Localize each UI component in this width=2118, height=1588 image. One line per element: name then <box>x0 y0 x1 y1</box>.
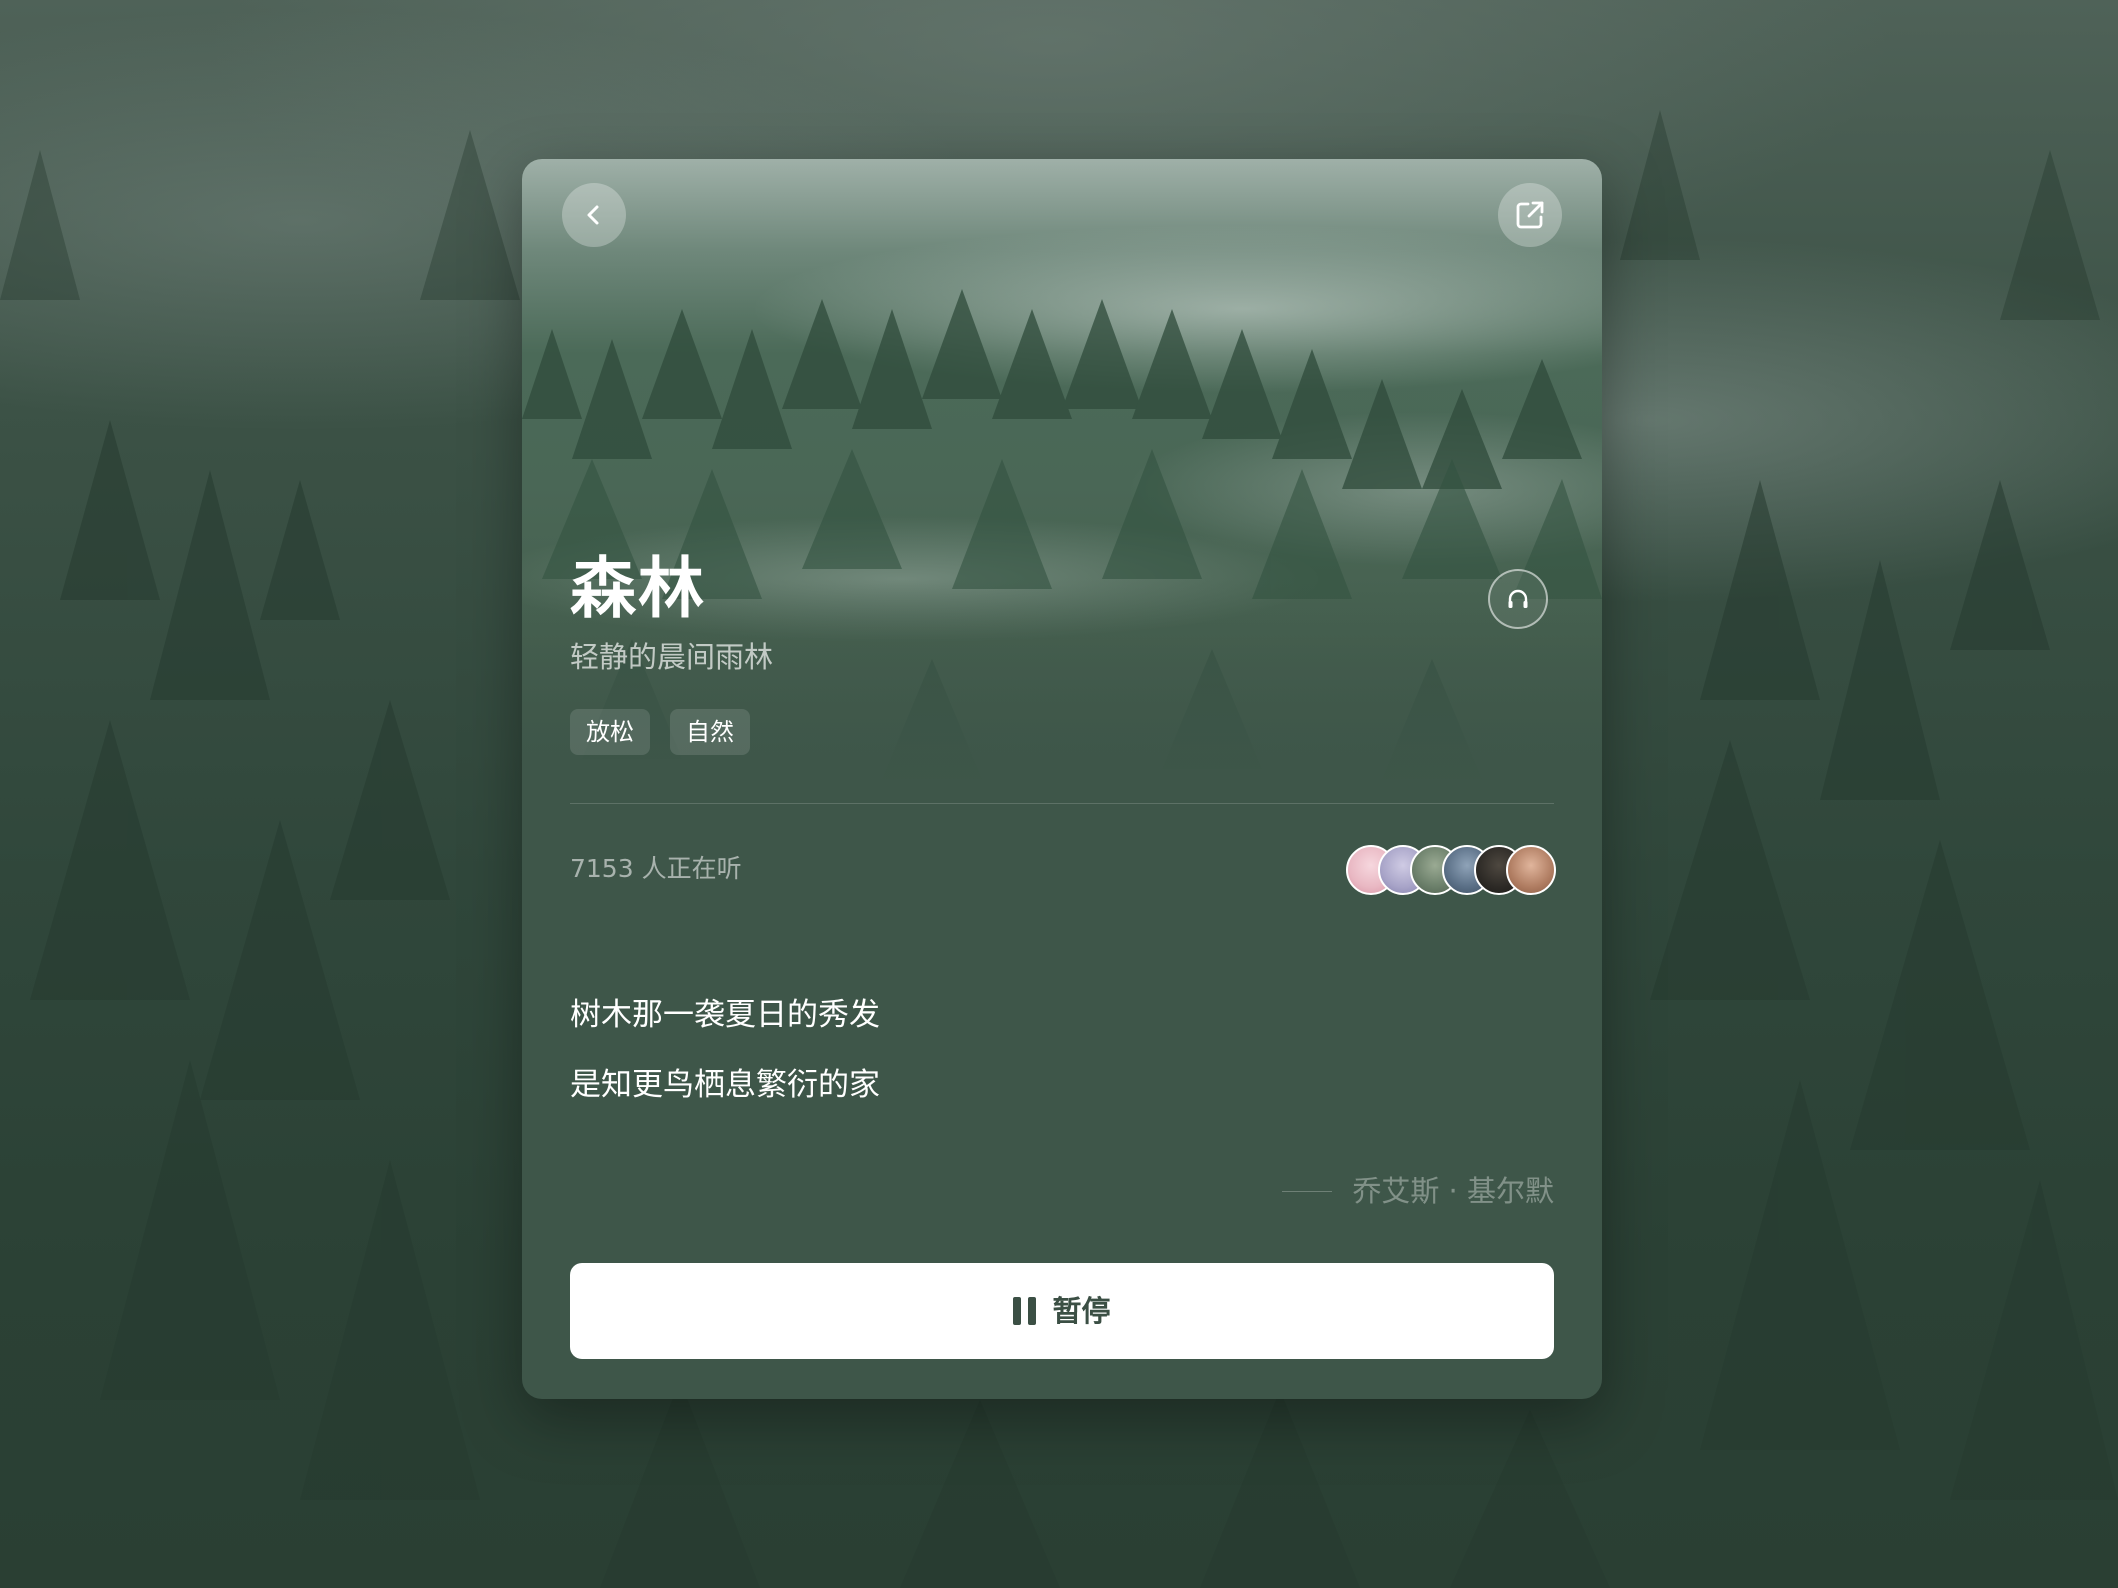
headphones-icon <box>1508 589 1528 608</box>
share-external-icon <box>1516 201 1544 229</box>
chevron-left-icon <box>587 205 599 225</box>
scene-subtitle: 轻静的晨间雨林 <box>570 640 774 674</box>
soundscape-card: 森林 轻静的晨间雨林 放松 自然 7153 人正在听 树木那一袭夏日的秀发 是知… <box>522 159 1602 1399</box>
pause-icon <box>1013 1297 1037 1325</box>
listener-avatars[interactable] <box>1346 845 1556 895</box>
listener-count: 7153 人正在听 <box>570 854 742 883</box>
back-button[interactable] <box>562 183 626 247</box>
scene-title: 森林 <box>570 550 706 627</box>
quote-author: 乔艾斯 · 基尔默 <box>1352 1174 1554 1208</box>
author-dash <box>1282 1191 1332 1192</box>
tag-nature[interactable]: 自然 <box>670 709 750 755</box>
tag-relax[interactable]: 放松 <box>570 709 650 755</box>
share-button[interactable] <box>1498 183 1562 247</box>
quote-line: 是知更鸟栖息繁衍的家 <box>570 1067 880 1103</box>
section-divider <box>570 803 1554 804</box>
tag-list: 放松 自然 <box>570 709 750 755</box>
pause-button[interactable]: 暂停 <box>570 1263 1554 1359</box>
headphones-button[interactable] <box>1488 569 1548 629</box>
pause-label: 暂停 <box>1052 1294 1111 1328</box>
avatar <box>1506 845 1556 895</box>
quote-line: 树木那一袭夏日的秀发 <box>570 997 880 1033</box>
